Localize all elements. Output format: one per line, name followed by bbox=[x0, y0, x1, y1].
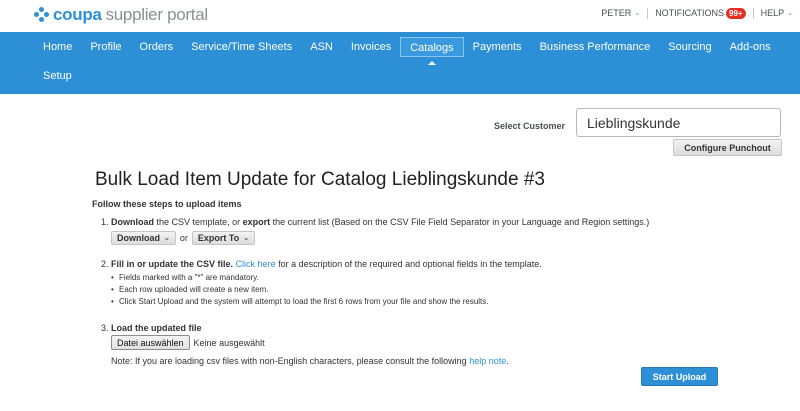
coupa-logo[interactable]: coupa supplier portal bbox=[34, 5, 208, 25]
nav-item-sourcing[interactable]: Sourcing bbox=[659, 37, 720, 57]
logo-product-text: supplier portal bbox=[105, 5, 209, 24]
step-1-controls: Download ⌄ or Export To ⌄ bbox=[111, 231, 649, 245]
chevron-down-icon: ⌄ bbox=[787, 10, 793, 17]
main-nav-row-1: Home Profile Orders Service/Time Sheets … bbox=[34, 37, 780, 65]
step-number: 3. bbox=[101, 323, 109, 333]
export-to-dropdown[interactable]: Export To ⌄ bbox=[191, 231, 256, 245]
notifications-badge: 99+ bbox=[726, 7, 746, 19]
step-3-text: 3. Load the updated file bbox=[101, 323, 509, 333]
download-dropdown[interactable]: Download ⌄ bbox=[111, 231, 176, 245]
nav-item-invoices[interactable]: Invoices bbox=[342, 37, 400, 57]
download-dropdown-label: Download bbox=[117, 233, 160, 243]
list-item: Click Start Upload and the system will a… bbox=[111, 296, 542, 308]
click-here-link[interactable]: Click here bbox=[236, 259, 276, 269]
nav-item-payments[interactable]: Payments bbox=[464, 37, 531, 57]
nav-item-orders[interactable]: Orders bbox=[131, 37, 183, 57]
step-download: 1. Download the CSV template, or export … bbox=[101, 217, 649, 245]
step-2-bullets: Fields marked with a "*" are mandatory. … bbox=[111, 272, 542, 308]
note-text: Note: If you are loading csv files with … bbox=[111, 356, 470, 366]
help-note-text: Note: If you are loading csv files with … bbox=[111, 356, 509, 366]
coupa-logo-icon bbox=[34, 7, 50, 23]
notifications-menu[interactable]: NOTIFICATIONS 99+ bbox=[648, 7, 752, 19]
user-menu[interactable]: PETER ⌄ bbox=[594, 8, 647, 18]
step-1-text-b: the current list (Based on the CSV File … bbox=[270, 217, 650, 227]
step-fill-in: 2. Fill in or update the CSV file. Click… bbox=[101, 259, 542, 308]
step-2-text: 2. Fill in or update the CSV file. Click… bbox=[101, 259, 542, 269]
step-2-description: for a description of the required and op… bbox=[275, 259, 542, 269]
nav-item-business-performance[interactable]: Business Performance bbox=[531, 37, 660, 57]
help-label: HELP bbox=[760, 8, 785, 18]
or-label: or bbox=[179, 233, 188, 243]
step-3-bold: Load the updated file bbox=[111, 323, 202, 333]
step-1-bold-download: Download bbox=[111, 217, 155, 227]
step-1-text-a: the CSV template, or bbox=[154, 217, 243, 227]
utility-nav: PETER ⌄ NOTIFICATIONS 99+ HELP ⌄ bbox=[594, 6, 800, 20]
logo-brand-text: coupa bbox=[53, 5, 102, 24]
select-customer-field[interactable] bbox=[576, 108, 781, 137]
top-header: coupa supplier portal PETER ⌄ NOTIFICATI… bbox=[0, 0, 800, 32]
configure-punchout-button[interactable]: Configure Punchout bbox=[673, 139, 782, 156]
nav-item-catalogs[interactable]: Catalogs bbox=[400, 37, 464, 65]
chevron-down-icon: ⌄ bbox=[243, 235, 250, 242]
nav-item-service-time-sheets[interactable]: Service/Time Sheets bbox=[182, 37, 301, 57]
nav-item-home[interactable]: Home bbox=[34, 37, 81, 57]
no-file-selected-text: Keine ausgewählt bbox=[193, 337, 265, 348]
nav-item-asn[interactable]: ASN bbox=[301, 37, 342, 57]
page-title: Bulk Load Item Update for Catalog Liebli… bbox=[95, 169, 545, 190]
step-number: 1. bbox=[101, 217, 109, 227]
main-nav: Home Profile Orders Service/Time Sheets … bbox=[0, 32, 800, 94]
help-note-link[interactable]: help note bbox=[469, 356, 506, 366]
step-1-bold-export: export bbox=[242, 217, 271, 227]
help-menu[interactable]: HELP ⌄ bbox=[754, 8, 800, 18]
user-menu-label: PETER bbox=[601, 8, 632, 18]
start-upload-button[interactable]: Start Upload bbox=[641, 367, 718, 386]
note-end: . bbox=[506, 356, 509, 366]
step-2-bold: Fill in or update the CSV file. bbox=[111, 259, 234, 269]
step-number: 2. bbox=[101, 259, 109, 269]
choose-file-button[interactable]: Datei auswählen bbox=[111, 335, 190, 350]
nav-item-add-ons[interactable]: Add-ons bbox=[721, 37, 780, 57]
chevron-down-icon: ⌄ bbox=[164, 235, 170, 242]
notifications-label: NOTIFICATIONS bbox=[655, 8, 725, 18]
list-item: Each row uploaded will create a new item… bbox=[111, 284, 542, 296]
nav-item-profile[interactable]: Profile bbox=[81, 37, 130, 57]
export-to-dropdown-label: Export To bbox=[197, 233, 240, 243]
main-nav-row-2: Setup bbox=[34, 66, 81, 86]
list-item: Fields marked with a "*" are mandatory. bbox=[111, 272, 542, 284]
file-picker: Datei auswählen Keine ausgewählt bbox=[111, 335, 509, 350]
select-customer-label: Select Customer bbox=[494, 121, 566, 131]
step-load-file: 3. Load the updated file Datei auswählen… bbox=[101, 323, 509, 366]
nav-item-setup[interactable]: Setup bbox=[34, 66, 81, 86]
step-1-text: 1. Download the CSV template, or export … bbox=[101, 217, 649, 227]
steps-heading: Follow these steps to upload items bbox=[92, 199, 242, 209]
chevron-down-icon: ⌄ bbox=[634, 10, 641, 17]
